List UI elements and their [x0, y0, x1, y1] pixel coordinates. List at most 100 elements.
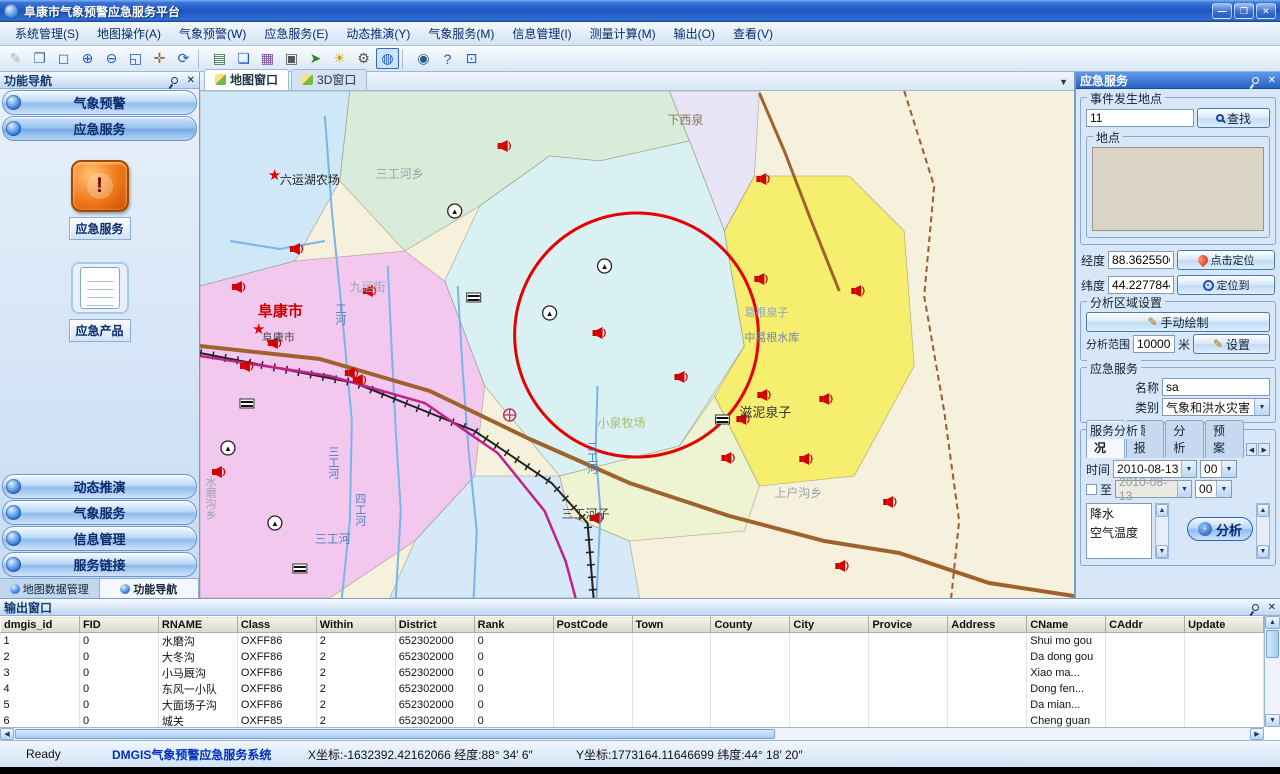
flag-marker[interactable]	[293, 564, 307, 573]
nav-weather-service[interactable]: 气象服务	[2, 500, 197, 525]
zoom-window-icon[interactable]: ◱	[124, 48, 147, 69]
scroll-down-icon[interactable]: ▼	[1156, 545, 1168, 558]
map-canvas[interactable]: ★★▲▲▲▲▲下西泉六运湖农场三工河乡阜康市阜康市九运街葛根泉子中葛根水库滋泥泉…	[200, 91, 1074, 598]
add-data-icon[interactable]: ❏	[232, 48, 255, 69]
tab-map-data-management[interactable]: 地图数据管理	[0, 579, 100, 598]
copy-select-icon[interactable]: ❐	[28, 48, 51, 69]
table-row[interactable]: 40东风一小队OXFF8626523020000Dong fen...	[1, 681, 1264, 697]
analysis-item[interactable]: 空气温度	[1087, 523, 1151, 542]
section-scrollbar[interactable]: ▲ ▼	[1256, 503, 1270, 559]
table-row[interactable]: 50大面场子沟OXFF8626523020000Da mian...	[1, 697, 1264, 713]
locate-to-button[interactable]: 定位到	[1177, 275, 1275, 295]
table-row[interactable]: 30小马厩沟OXFF8626523020000Xiao ma...	[1, 665, 1264, 681]
menu-item[interactable]: 信息管理(I)	[503, 21, 580, 46]
scrollbar-thumb[interactable]	[1266, 630, 1279, 658]
service-name-input[interactable]	[1162, 378, 1270, 396]
column-header[interactable]: FID	[79, 617, 158, 633]
table-row[interactable]: 20大冬沟OXFF8626523020000Da dong gou	[1, 649, 1264, 665]
scroll-down-icon[interactable]: ▼	[1265, 714, 1280, 727]
layers-icon[interactable]: ▤	[208, 48, 231, 69]
menu-item[interactable]: 应急服务(E)	[255, 21, 337, 46]
nav-emergency-service[interactable]: 应急服务	[2, 116, 197, 141]
close-icon[interactable]: ✕	[1268, 602, 1276, 613]
column-header[interactable]: County	[711, 617, 790, 633]
pan-hand-icon[interactable]: ✛	[148, 48, 171, 69]
station-marker[interactable]: ▲	[598, 259, 612, 273]
place-list[interactable]	[1092, 147, 1264, 231]
longitude-input[interactable]	[1108, 251, 1174, 269]
image-export-icon[interactable]: ▦	[256, 48, 279, 69]
eye-icon[interactable]: ◉	[412, 48, 435, 69]
tab-3d-window[interactable]: 3D窗口	[291, 69, 367, 90]
to-hour-select[interactable]: 00 ▼	[1195, 480, 1232, 498]
menu-item[interactable]: 输出(O)	[665, 21, 724, 46]
vertical-scrollbar[interactable]: ▲ ▼	[1264, 616, 1280, 727]
map-tab-dropdown-icon[interactable]: ▼	[1059, 77, 1068, 87]
tab-function-nav[interactable]: 功能导航	[100, 579, 200, 598]
scrollbar-thumb[interactable]	[15, 729, 775, 739]
nav-info-management[interactable]: 信息管理	[2, 526, 197, 551]
table-row[interactable]: 10水磨沟OXFF8626523020000Shui mo gou	[1, 633, 1264, 650]
menu-item[interactable]: 地图操作(A)	[88, 21, 170, 46]
nav-weather-warning[interactable]: 气象预警	[2, 90, 197, 115]
refresh-icon[interactable]: ⟳	[172, 48, 195, 69]
export-icon[interactable]: ⊡	[460, 48, 483, 69]
menu-item[interactable]: 动态推演(Y)	[337, 21, 419, 46]
menu-item[interactable]: 系统管理(S)	[6, 21, 88, 46]
pin-icon[interactable]	[169, 75, 179, 85]
to-date-select[interactable]: 2010-08-13 ▼	[1115, 480, 1192, 498]
click-locate-button[interactable]: 点击定位	[1177, 250, 1275, 270]
search-button[interactable]: 查找	[1197, 108, 1270, 128]
settings-gear-icon[interactable]: ⚙	[352, 48, 375, 69]
map[interactable]: ★★▲▲▲▲▲下西泉六运湖农场三工河乡阜康市阜康市九运街葛根泉子中葛根水库滋泥泉…	[200, 91, 1074, 598]
toolbar-button[interactable]	[198, 49, 205, 69]
scroll-up-icon[interactable]: ▲	[1265, 616, 1280, 629]
analyze-button[interactable]: ⚡ 分析	[1187, 517, 1253, 541]
scroll-up-icon[interactable]: ▲	[1257, 504, 1269, 517]
column-header[interactable]: Address	[948, 617, 1027, 633]
zoom-out-icon[interactable]: ⊖	[100, 48, 123, 69]
horizontal-scrollbar[interactable]: ◀ ▶	[0, 727, 1264, 740]
column-header[interactable]: Rank	[474, 617, 553, 633]
column-header[interactable]: Class	[237, 617, 316, 633]
tab-analysis[interactable]: 分析	[1165, 420, 1204, 458]
pin-icon[interactable]	[1250, 75, 1260, 85]
minimize-button[interactable]: —	[1212, 3, 1232, 19]
help-icon[interactable]: ?	[436, 48, 459, 69]
service-type-select[interactable]: 气象和洪水灾害 ▼	[1162, 398, 1270, 416]
tab-plan[interactable]: 预案	[1205, 420, 1244, 458]
analysis-item[interactable]: 降水	[1087, 504, 1151, 523]
list-scrollbar[interactable]: ▲ ▼	[1155, 503, 1169, 559]
wheel-marker[interactable]	[504, 409, 516, 421]
time-hour-select[interactable]: 00 ▼	[1200, 460, 1237, 478]
globe-service-icon[interactable]: ◍	[376, 48, 399, 69]
column-header[interactable]: CName	[1027, 617, 1106, 633]
column-header[interactable]: Provice	[869, 617, 948, 633]
edit-pencil-icon[interactable]: ✎	[4, 48, 27, 69]
hotlink-bulb-icon[interactable]: ☀	[328, 48, 351, 69]
scroll-left-icon[interactable]: ◀	[0, 728, 14, 740]
column-header[interactable]: CAddr	[1106, 617, 1185, 633]
manual-draw-button[interactable]: ✎ 手动绘制	[1086, 312, 1270, 332]
column-header[interactable]: Update	[1185, 617, 1264, 633]
station-marker[interactable]: ▲	[221, 441, 235, 455]
toolbar-button[interactable]	[402, 49, 409, 69]
restore-button[interactable]: ❐	[1234, 3, 1254, 19]
select-rect-icon[interactable]: ◻	[52, 48, 75, 69]
tab-scroll-right-icon[interactable]: ▶	[1258, 443, 1270, 456]
menu-item[interactable]: 气象预警(W)	[170, 21, 255, 46]
pin-icon[interactable]	[1250, 602, 1260, 612]
close-icon[interactable]: ✕	[187, 75, 195, 86]
menu-item[interactable]: 气象服务(M)	[419, 21, 503, 46]
zoom-in-icon[interactable]: ⊕	[76, 48, 99, 69]
pointer-icon[interactable]: ➤	[304, 48, 327, 69]
tab-scroll-left-icon[interactable]: ◀	[1246, 443, 1258, 456]
column-header[interactable]: Within	[316, 617, 395, 633]
shortcut-emergency-service[interactable]: ! 应急服务	[69, 160, 131, 240]
menu-item[interactable]: 查看(V)	[724, 21, 782, 46]
range-input[interactable]	[1133, 335, 1175, 353]
column-header[interactable]: RNAME	[158, 617, 237, 633]
column-header[interactable]: Town	[632, 617, 711, 633]
location-search-input[interactable]	[1086, 109, 1194, 127]
nav-service-links[interactable]: 服务链接	[2, 552, 197, 577]
